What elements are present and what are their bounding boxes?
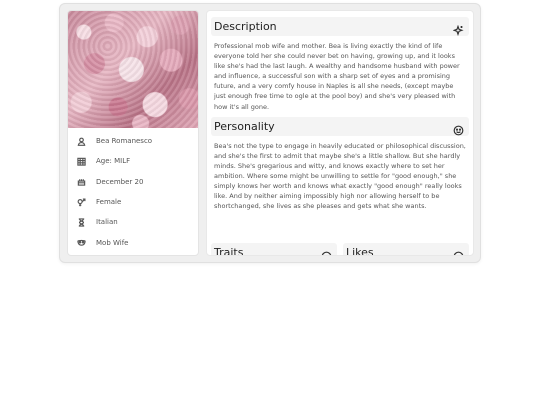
description-title: Description (214, 20, 277, 33)
attribute-nationality: Italian (68, 212, 198, 232)
mask-icon (76, 238, 86, 248)
description-text: Professional mob wife and mother. Bea is… (214, 42, 460, 111)
traits-header: Traits (211, 243, 337, 256)
sparkles-icon[interactable] (452, 21, 464, 37)
attribute-text: Age: MILF (96, 157, 131, 166)
attribute-name: Bea Romanesco (68, 131, 198, 151)
description-header: Description (211, 17, 469, 37)
personality-header: Personality (211, 116, 469, 136)
details-panel: Description Professional mob wife and mo… (206, 10, 474, 256)
attribute-list: Bea Romanesco Age: MILF December 20 Fema… (68, 128, 198, 253)
profile-panel: Bea Romanesco Age: MILF December 20 Fema… (67, 10, 199, 256)
user-icon (76, 136, 86, 146)
attribute-birthday: December 20 (68, 172, 198, 192)
attribute-occupation: Mob Wife (68, 232, 198, 252)
hourglass-icon (76, 217, 86, 227)
personality-text: Bea's not the type to engage in heavily … (214, 141, 466, 211)
gender-icon (76, 197, 86, 207)
likes-title: Likes (346, 246, 374, 256)
personality-title: Personality (214, 119, 275, 133)
attribute-text: Mob Wife (96, 238, 129, 247)
attribute-gender: Female (68, 192, 198, 212)
face-icon[interactable] (321, 247, 332, 255)
traits-title: Traits (214, 246, 244, 256)
smiley-icon[interactable] (453, 121, 464, 136)
attribute-age: Age: MILF (68, 151, 198, 171)
attribute-text: December 20 (96, 177, 144, 186)
attribute-text: Italian (96, 218, 118, 227)
attribute-text: Female (96, 198, 122, 207)
calendar-grid-icon (76, 156, 86, 166)
heart-icon[interactable] (453, 247, 464, 255)
character-photo (68, 11, 198, 128)
attribute-text: Bea Romanesco (96, 137, 153, 146)
bottom-sections: Traits Likes (211, 243, 469, 256)
cake-icon (76, 177, 86, 187)
character-card: Bea Romanesco Age: MILF December 20 Fema… (59, 3, 481, 263)
likes-header: Likes (343, 243, 469, 256)
